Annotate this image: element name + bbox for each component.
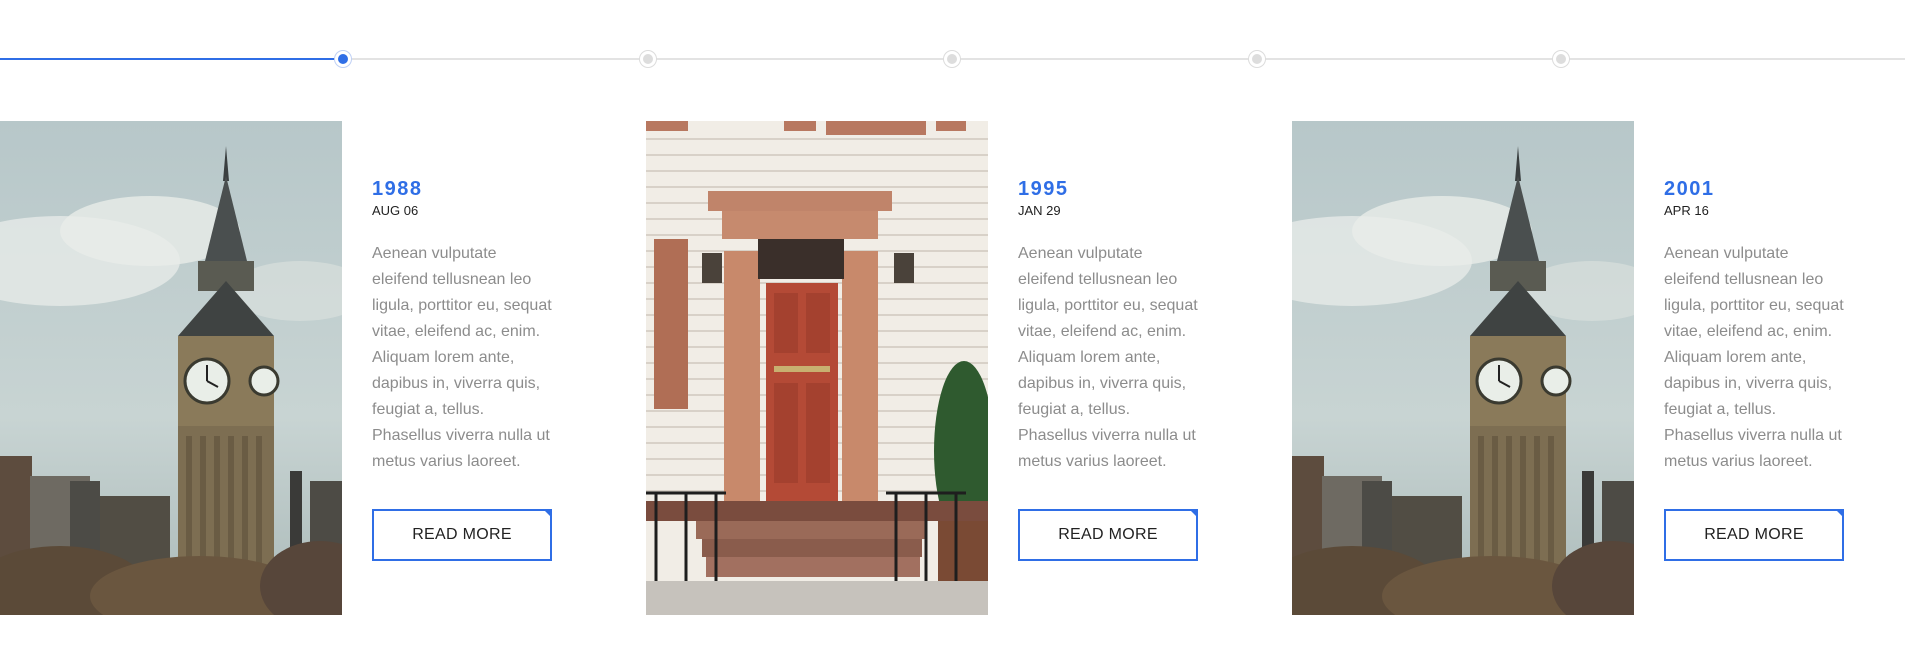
card-description: Aenean vulputate eleifend tellusnean leo… — [372, 245, 552, 470]
read-more-label: READ MORE — [1704, 526, 1804, 543]
red-door-photo — [646, 121, 988, 615]
corner-accent-icon — [1189, 509, 1198, 518]
card-year: 1995 — [1018, 178, 1069, 200]
card-date: JAN 29 — [1018, 203, 1061, 218]
corner-accent-icon — [543, 509, 552, 518]
card-body: 2001 APR 16 Aenean vulputate eleifend te… — [1664, 177, 1854, 561]
timeline-dot-1[interactable] — [335, 51, 351, 67]
card-description: Aenean vulputate eleifend tellusnean leo… — [1018, 245, 1198, 470]
timeline-dot-5[interactable] — [1553, 51, 1569, 67]
corner-accent-icon — [1835, 509, 1844, 518]
read-more-label: READ MORE — [1058, 526, 1158, 543]
timeline-dot-4[interactable] — [1249, 51, 1265, 67]
read-more-button[interactable]: READ MORE — [1664, 509, 1844, 561]
timeline-dot-3[interactable] — [944, 51, 960, 67]
timeline-dot-2[interactable] — [640, 51, 656, 67]
read-more-button[interactable]: READ MORE — [372, 509, 552, 561]
card-date: AUG 06 — [372, 203, 419, 218]
read-more-label: READ MORE — [412, 526, 512, 543]
timeline-progress — [0, 58, 343, 60]
card-body: 1995 JAN 29 Aenean vulputate eleifend te… — [1018, 177, 1208, 561]
timeline — [0, 48, 1905, 68]
card-date: APR 16 — [1664, 203, 1709, 218]
card-year: 1988 — [372, 178, 423, 200]
card-description: Aenean vulputate eleifend tellusnean leo… — [1664, 245, 1844, 470]
card-body: 1988 AUG 06 Aenean vulputate eleifend te… — [372, 177, 562, 561]
big-ben-photo — [0, 121, 342, 615]
read-more-button[interactable]: READ MORE — [1018, 509, 1198, 561]
card-year: 2001 — [1664, 178, 1715, 200]
big-ben-photo — [1292, 121, 1634, 615]
